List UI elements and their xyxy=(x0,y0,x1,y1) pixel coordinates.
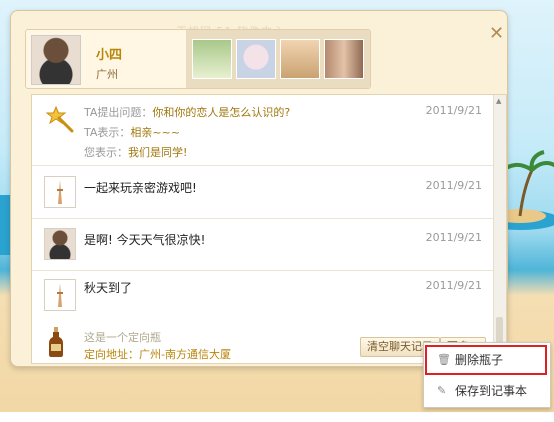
address-label: 定向地址： xyxy=(84,348,139,361)
their-answer-label: TA表示： xyxy=(84,126,131,139)
photo-3[interactable] xyxy=(280,39,320,79)
message-item: 是啊! 今天天气很凉快! 2011/9/21 xyxy=(32,218,494,271)
message-text: 秋天到了 xyxy=(84,281,133,295)
photo-2[interactable] xyxy=(236,39,276,79)
your-answer-value: 我们是同学! xyxy=(128,146,188,159)
message-text: 是啊! 今天天气很凉快! xyxy=(84,233,206,247)
your-answer-label: 您表示： xyxy=(84,146,128,159)
save-to-notepad-item[interactable]: ✎ 保存到记事本 xyxy=(427,378,545,404)
magic-wand-icon xyxy=(46,105,74,133)
trash-icon: 🗑 xyxy=(437,353,451,366)
delete-bottle-label: 删除瓶子 xyxy=(455,353,504,367)
user-thumb[interactable] xyxy=(44,228,76,260)
bottle-address: 定向地址：广州-南方通信大厦 xyxy=(84,346,231,362)
bottle-icon xyxy=(49,327,63,357)
close-button[interactable]: ✕ xyxy=(489,25,504,43)
their-answer-line: TA表示：相亲~~~ xyxy=(84,124,180,140)
photo-4[interactable] xyxy=(324,39,364,79)
photo-strip xyxy=(186,30,370,88)
message-item: 秋天到了 2011/9/21 xyxy=(32,270,494,320)
tower-icon xyxy=(57,283,63,307)
message-date: 2011/9/21 xyxy=(425,179,482,192)
user-city: 广州 xyxy=(96,68,118,81)
bottom-strip xyxy=(0,412,554,422)
message-question: TA提出问题：你和你的恋人是怎么认识的? TA表示：相亲~~~ 您表示：我们是同… xyxy=(32,95,494,166)
photo-1[interactable] xyxy=(192,39,232,79)
more-menu: 🗑 删除瓶子 ✎ 保存到记事本 xyxy=(423,342,551,408)
tower-thumb[interactable] xyxy=(44,176,76,208)
bottle-description: 这是一个定向瓶 xyxy=(84,331,161,344)
message-date: 2011/9/21 xyxy=(425,231,482,244)
tower-icon xyxy=(57,180,63,204)
message-date: 2011/9/21 xyxy=(425,104,482,117)
scrollbar[interactable]: ▲ ▼ xyxy=(493,95,506,363)
delete-bottle-item[interactable]: 🗑 删除瓶子 xyxy=(425,345,547,375)
their-answer-value: 相亲~~~ xyxy=(130,126,181,139)
question-line: TA提出问题：你和你的恋人是怎么认识的? xyxy=(84,104,290,120)
save-to-notepad-label: 保存到记事本 xyxy=(455,384,528,398)
profile-card: 小四 广州 xyxy=(25,29,371,89)
tower-thumb[interactable] xyxy=(44,279,76,311)
address-value: 广州-南方通信大厦 xyxy=(139,348,231,361)
edit-icon: ✎ xyxy=(437,384,447,397)
chat-panel: TA提出问题：你和你的恋人是怎么认识的? TA表示：相亲~~~ 您表示：我们是同… xyxy=(31,94,507,364)
question-value: 你和你的恋人是怎么认识的? xyxy=(152,106,291,119)
message-date: 2011/9/21 xyxy=(425,279,482,292)
bottle-dialog: 无忧网 51 软件中心 ✕ 小四 广州 TA提出问题：你和你的恋人是怎么认识的?… xyxy=(10,10,508,367)
message-item: 一起来玩亲密游戏吧! 2011/9/21 xyxy=(32,165,494,219)
scroll-up-icon[interactable]: ▲ xyxy=(496,97,501,105)
question-label: TA提出问题： xyxy=(84,106,153,119)
message-text: 一起来玩亲密游戏吧! xyxy=(84,181,197,195)
user-name[interactable]: 小四 xyxy=(96,44,122,63)
your-answer-line: 您表示：我们是同学! xyxy=(84,144,187,160)
user-avatar[interactable] xyxy=(31,35,81,85)
